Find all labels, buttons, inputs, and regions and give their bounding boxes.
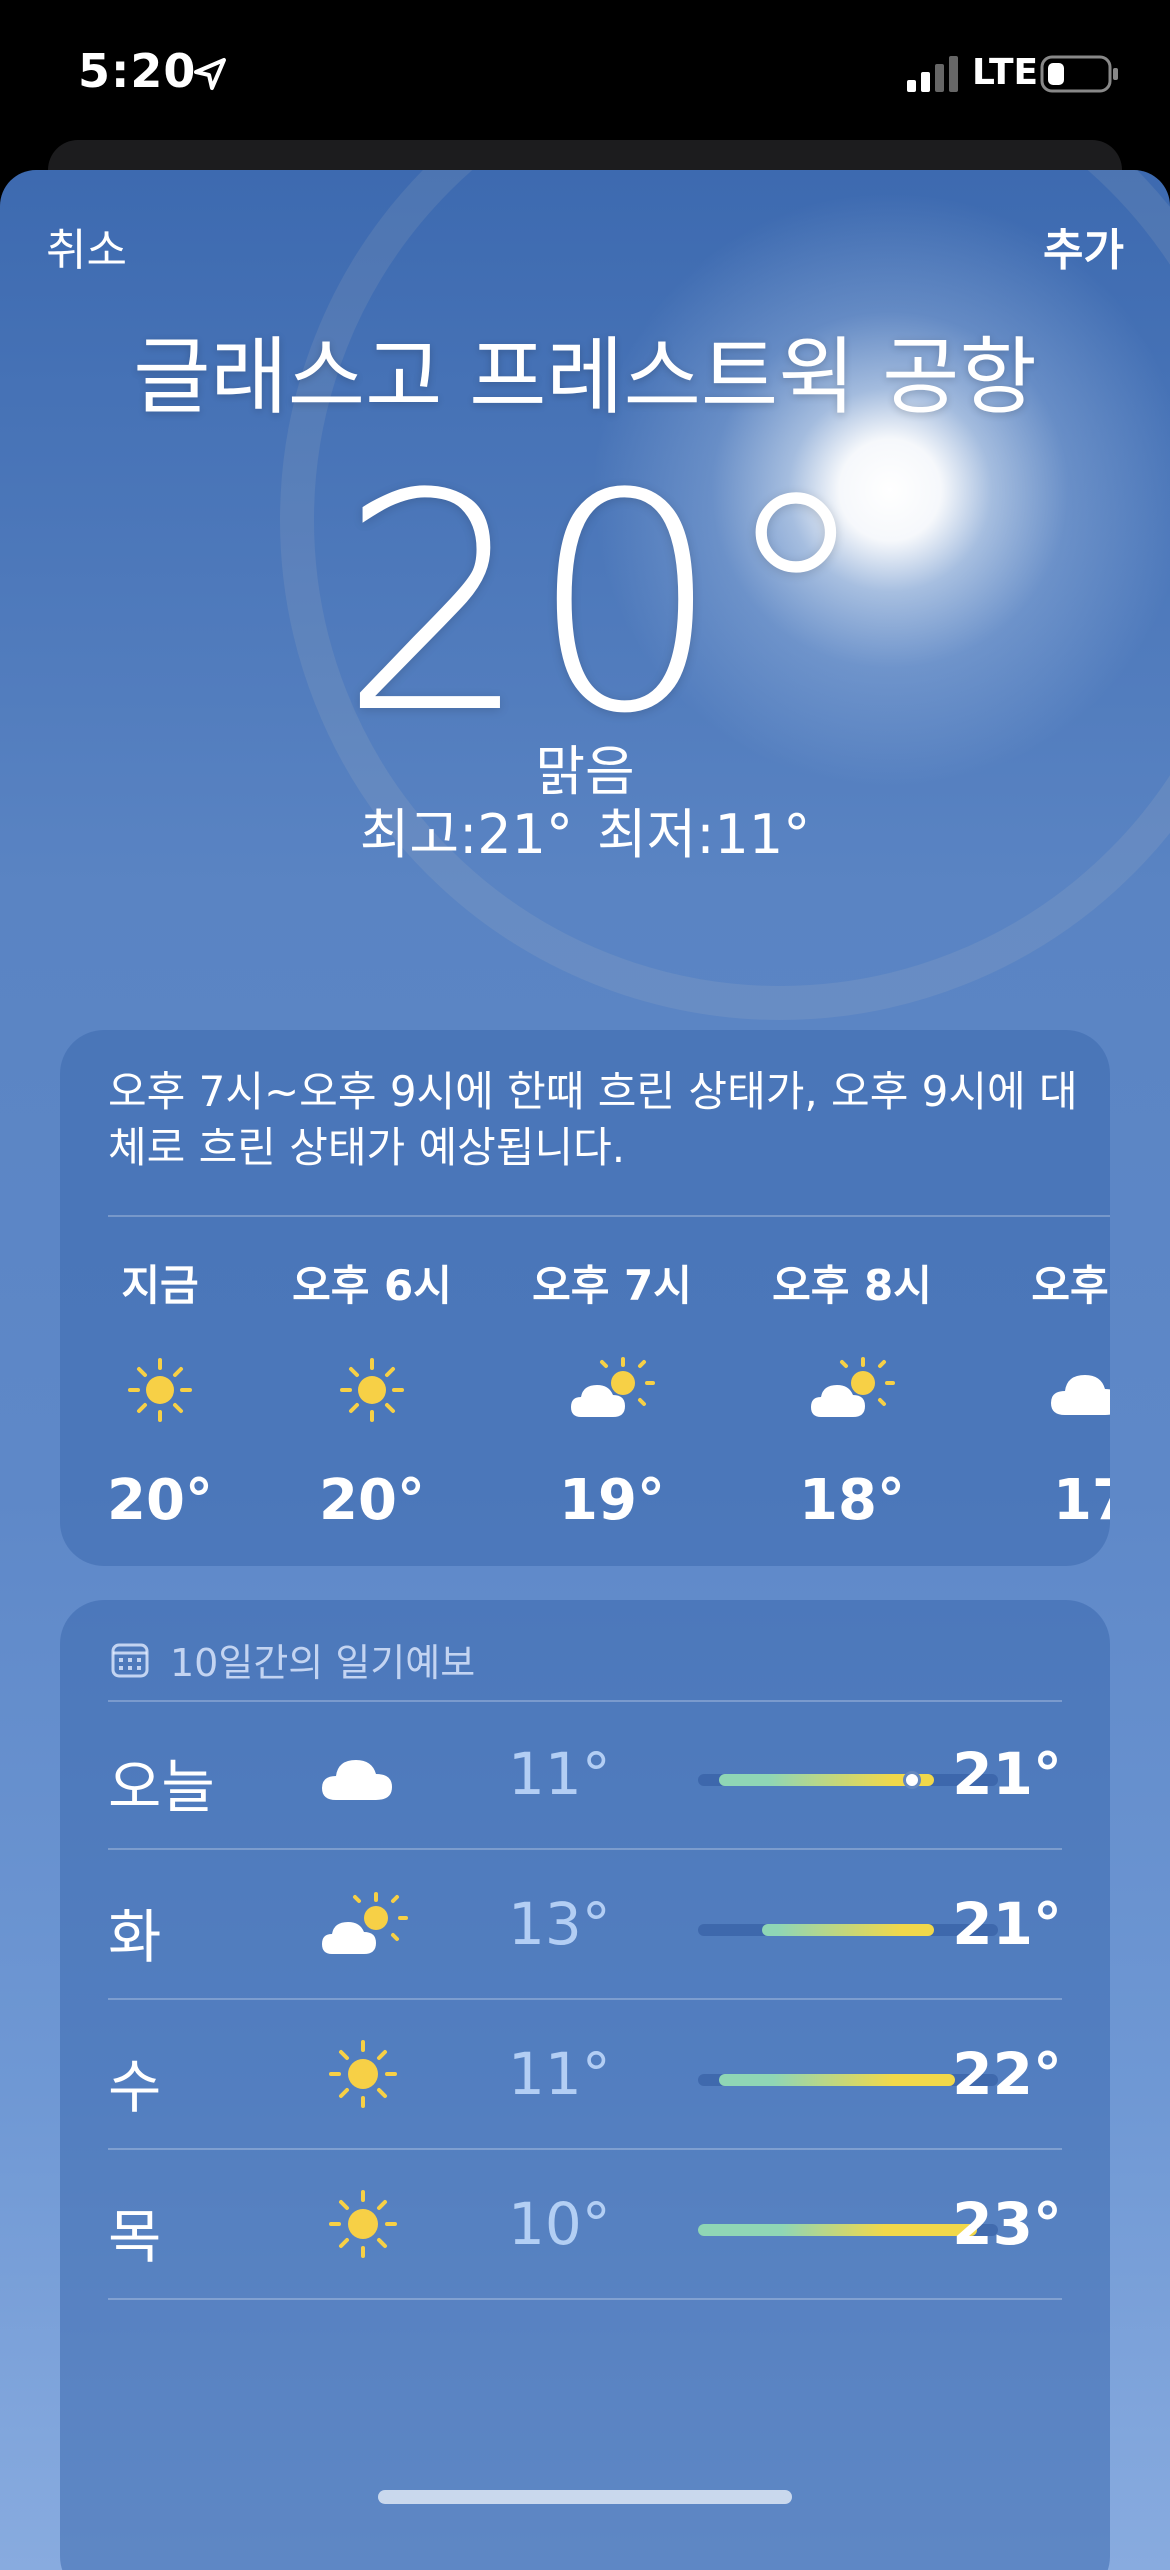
hourly-item: 오후 8시 18° <box>752 1252 952 1533</box>
network-label: LTE <box>972 52 1039 93</box>
hour-label: 오후 6시 <box>292 1261 452 1310</box>
temp-range-fill <box>719 1774 934 1786</box>
daily-row: 오늘 11° 21° <box>108 1700 1062 1850</box>
low-temp: 최저:11° <box>597 803 811 866</box>
daily-forecast-title: 10일간의 일기예보 <box>170 1641 476 1685</box>
divider <box>108 2298 1062 2300</box>
high-low: 최고:21° 최저:11° <box>0 790 1170 869</box>
daily-row: 수 11° 22° <box>108 2000 1062 2150</box>
temp-range-fill <box>719 2074 956 2086</box>
hourly-item: 오후 7시 19° <box>512 1252 712 1533</box>
daily-row: 목 10° 23° <box>108 2150 1062 2300</box>
hourly-forecast-card[interactable]: 오후 7시~오후 9시에 한때 흐린 상태가, 오후 9시에 대체로 흐린 상태… <box>60 1030 1110 1566</box>
hourly-item: 지금 20° <box>60 1252 260 1533</box>
current-temperature: 20° <box>339 430 871 779</box>
daily-forecast-card[interactable]: 10일간의 일기예보 오늘 11° 21° 화 13° 21° 수 11° 22… <box>60 1600 1110 2570</box>
day-low-temp: 10° <box>508 2190 611 2258</box>
battery-icon <box>1040 55 1118 93</box>
day-low-temp: 11° <box>508 2040 611 2108</box>
location-name: 글래스고 프레스트윅 공항 <box>133 328 1037 426</box>
day-name: 오늘 <box>108 1753 215 1821</box>
sun-icon <box>340 1358 404 1422</box>
day-low-temp: 11° <box>508 1740 611 1808</box>
partly-cloudy-icon <box>322 1892 408 1954</box>
location-arrow-icon <box>194 58 226 90</box>
add-button[interactable]: 추가 <box>1043 214 1124 278</box>
hour-temp: 19° <box>559 1468 665 1533</box>
status-time: 5:20 <box>78 44 197 98</box>
hour-label: 오후 7시 <box>532 1261 692 1310</box>
hourly-item: 오후 9 17 <box>992 1252 1110 1533</box>
hour-temp: 18° <box>799 1468 905 1533</box>
temp-range-fill <box>698 2224 977 2236</box>
day-low-temp: 13° <box>508 1890 611 1958</box>
cloud-icon <box>1051 1375 1110 1415</box>
hourly-item: 오후 6시 20° <box>272 1252 472 1533</box>
day-name: 화 <box>108 1903 162 1971</box>
sun-icon <box>329 2040 397 2108</box>
day-high-temp: 22° <box>952 2040 1062 2108</box>
day-high-temp: 23° <box>952 2190 1062 2258</box>
hour-label: 오후 9 <box>1031 1261 1110 1310</box>
hour-temp: 20° <box>107 1468 213 1533</box>
day-name: 수 <box>108 2053 162 2121</box>
cancel-button[interactable]: 취소 <box>46 214 127 278</box>
partly-cloudy-icon <box>811 1357 895 1417</box>
weather-sheet: 취소 추가 글래스고 프레스트윅 공항 20° 맑음 최고:21° 최저:11° … <box>0 170 1170 2570</box>
calendar-icon <box>111 1643 149 1678</box>
status-bar: 5:20 LTE <box>0 0 1170 150</box>
temp-range-fill <box>762 1924 934 1936</box>
day-name: 목 <box>108 2203 162 2271</box>
current-temp-dot <box>903 1771 922 1789</box>
hour-temp: 17 <box>1053 1468 1110 1533</box>
home-indicator[interactable] <box>378 2490 792 2504</box>
sun-icon <box>128 1358 192 1422</box>
partly-cloudy-icon <box>571 1357 655 1417</box>
cloud-icon <box>322 1760 392 1800</box>
day-high-temp: 21° <box>952 1740 1062 1808</box>
high-temp: 최고:21° <box>359 803 573 866</box>
day-high-temp: 21° <box>952 1890 1062 1958</box>
hour-label: 오후 8시 <box>772 1261 932 1310</box>
forecast-summary: 오후 7시~오후 9시에 한때 흐린 상태가, 오후 9시에 대체로 흐린 상태… <box>108 1067 1078 1172</box>
daily-row: 화 13° 21° <box>108 1850 1062 2000</box>
sun-icon <box>329 2190 397 2258</box>
signal-icon <box>907 56 958 92</box>
hour-temp: 20° <box>319 1468 425 1533</box>
divider <box>108 1215 1110 1217</box>
hour-label: 지금 <box>121 1261 199 1310</box>
